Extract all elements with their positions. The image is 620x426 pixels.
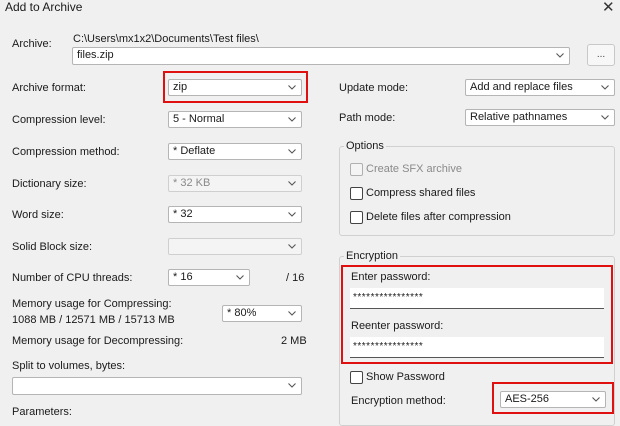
chevron-down-icon[interactable] — [287, 178, 297, 188]
compress-shared-checkbox[interactable] — [350, 187, 363, 200]
memory-compress-select[interactable]: * 80% — [222, 305, 302, 322]
word-size-select[interactable]: * 32 — [168, 206, 302, 223]
memory-compress-label: Memory usage for Compressing: — [12, 298, 172, 310]
encryption-group-title: Encryption — [344, 250, 400, 262]
dictionary-size-select[interactable]: * 32 KB — [168, 175, 302, 192]
chevron-down-icon[interactable] — [600, 112, 610, 122]
chevron-down-icon[interactable] — [555, 50, 565, 60]
compression-level-select[interactable]: 5 - Normal — [168, 111, 302, 128]
path-mode-value: Relative pathnames — [470, 111, 568, 123]
memory-decompress-value: 2 MB — [281, 335, 307, 347]
solid-block-size-label: Solid Block size: — [12, 241, 93, 253]
memory-decompress-label: Memory usage for Decompressing: — [12, 335, 184, 347]
delete-after-checkbox[interactable] — [350, 211, 363, 224]
word-size-value: * 32 — [173, 208, 193, 220]
path-mode-select[interactable]: Relative pathnames — [465, 109, 615, 126]
show-password-checkbox[interactable] — [350, 371, 363, 384]
close-icon[interactable]: ✕ — [602, 0, 615, 16]
delete-after-label: Delete files after compression — [366, 211, 511, 223]
compression-method-value: * Deflate — [173, 145, 216, 157]
chevron-down-icon[interactable] — [287, 209, 297, 219]
highlight-password — [341, 265, 613, 364]
compression-method-label: Compression method: — [12, 146, 120, 158]
window-title: Add to Archive — [5, 0, 83, 14]
chevron-down-icon[interactable] — [235, 272, 245, 282]
chevron-down-icon[interactable] — [600, 82, 610, 92]
cpu-threads-label: Number of CPU threads: — [12, 272, 133, 284]
archive-label: Archive: — [12, 38, 52, 50]
dictionary-size-label: Dictionary size: — [12, 178, 87, 190]
options-group-title: Options — [344, 140, 386, 152]
highlight-encryption-method — [492, 382, 614, 414]
update-mode-label: Update mode: — [339, 82, 409, 94]
browse-button[interactable]: ... — [587, 44, 615, 66]
chevron-down-icon[interactable] — [287, 114, 297, 124]
cpu-threads-select[interactable]: * 16 — [168, 269, 250, 286]
chevron-down-icon[interactable] — [287, 241, 297, 251]
update-mode-select[interactable]: Add and replace files — [465, 79, 615, 96]
compression-method-select[interactable]: * Deflate — [168, 143, 302, 160]
memory-compress-detail: 1088 MB / 12571 MB / 15713 MB — [12, 314, 175, 326]
cpu-threads-max: / 16 — [286, 272, 305, 284]
create-sfx-checkbox[interactable] — [350, 163, 363, 176]
split-volumes-label: Split to volumes, bytes: — [12, 360, 126, 372]
archive-format-label: Archive format: — [12, 82, 86, 94]
dictionary-size-value: * 32 KB — [173, 177, 211, 189]
path-mode-label: Path mode: — [339, 112, 396, 124]
word-size-label: Word size: — [12, 209, 64, 221]
compression-level-label: Compression level: — [12, 114, 106, 126]
split-volumes-combo[interactable] — [12, 377, 302, 395]
create-sfx-label: Create SFX archive — [366, 163, 462, 175]
compression-level-value: 5 - Normal — [173, 113, 225, 125]
update-mode-value: Add and replace files — [470, 81, 573, 93]
memory-compress-value: * 80% — [227, 307, 257, 319]
solid-block-size-select[interactable] — [168, 238, 302, 255]
compress-shared-label: Compress shared files — [366, 187, 476, 199]
highlight-archive-format — [163, 71, 308, 103]
parameters-label: Parameters: — [12, 406, 72, 418]
archive-filename-combo[interactable]: files.zip — [72, 47, 570, 65]
show-password-label: Show Password — [366, 371, 445, 383]
chevron-down-icon[interactable] — [287, 146, 297, 156]
chevron-down-icon[interactable] — [287, 308, 297, 318]
archive-path: C:\Users\mx1x2\Documents\Test files\ — [73, 33, 259, 45]
archive-filename: files.zip — [77, 49, 114, 61]
chevron-down-icon[interactable] — [287, 380, 297, 390]
encryption-method-label: Encryption method: — [351, 395, 446, 407]
cpu-threads-value: * 16 — [173, 271, 193, 283]
